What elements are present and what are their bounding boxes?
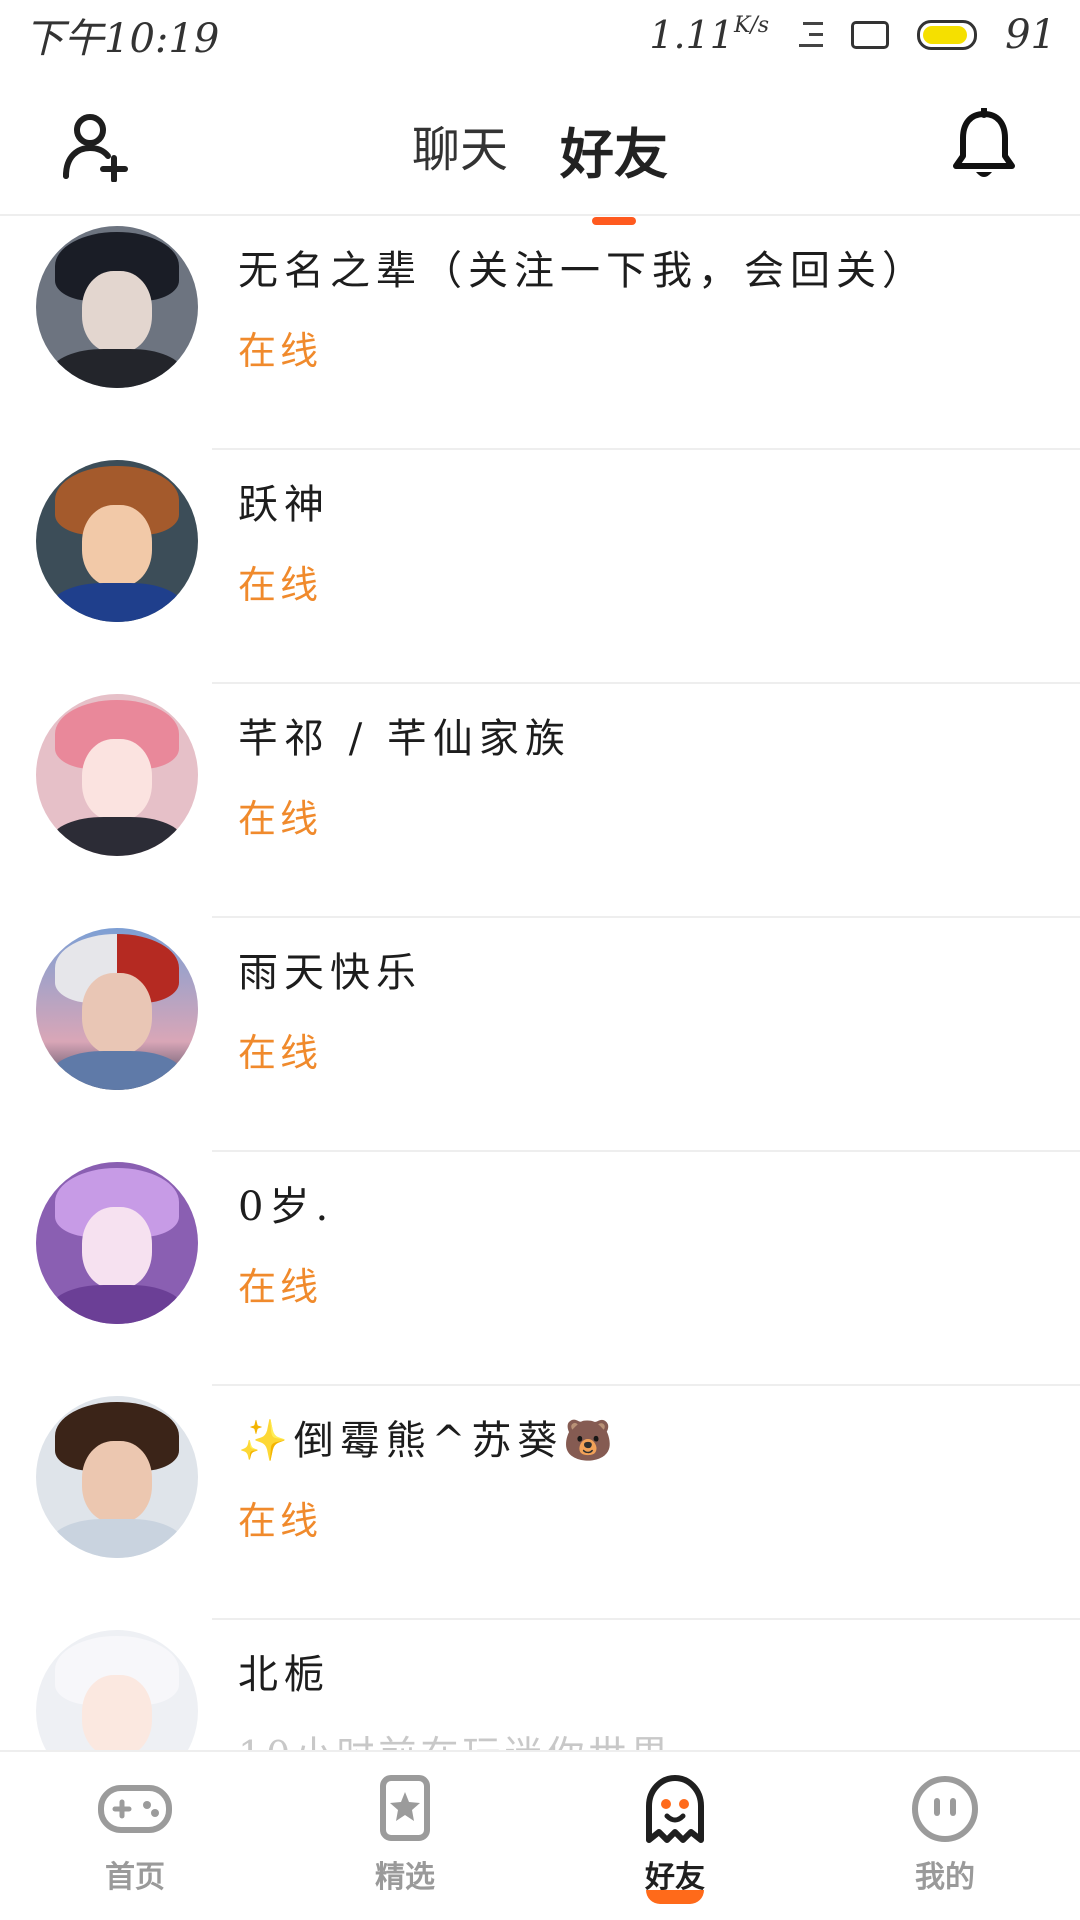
status-time: 下午10:19 (24, 16, 220, 62)
friend-status: 在线 (238, 1499, 323, 1543)
friend-name: 无名之辈（关注一下我，会回关） (238, 248, 928, 294)
battery-percent: 91 (1005, 12, 1056, 58)
friend-status: 在线 (238, 1031, 323, 1075)
friend-name: 芊祁 / 芊仙家族 (238, 716, 571, 762)
friend-avatar[interactable] (36, 226, 198, 388)
nav-label: 精选 (375, 1860, 435, 1895)
nav-label: 我的 (915, 1860, 975, 1895)
friend-name: 跃神 (238, 482, 330, 528)
friend-status: 在线 (238, 1265, 323, 1309)
tab-chat[interactable]: 聊天 (412, 110, 508, 189)
friend-avatar[interactable] (36, 694, 198, 856)
battery-icon (917, 20, 978, 50)
status-indicators: 1.11K/s 91 (649, 12, 1056, 58)
friend-avatar[interactable] (36, 928, 198, 1090)
gamepad-icon (98, 1785, 172, 1833)
friend-avatar[interactable] (36, 1396, 198, 1558)
nav-label: 首页 (105, 1860, 165, 1895)
sim-card-icon (851, 21, 890, 49)
nav-friends[interactable]: 好友 (540, 1752, 810, 1920)
smiley-face-icon (912, 1776, 978, 1842)
friend-row[interactable]: 0岁. 在线 (0, 1152, 1080, 1386)
friend-row[interactable]: 跃神 在线 (0, 450, 1080, 684)
friend-row[interactable]: 无名之辈（关注一下我，会回关） 在线 (0, 216, 1080, 450)
ghost-icon (646, 1775, 704, 1843)
network-speed-value: 1.11 (649, 13, 734, 57)
friend-status: 10小时前在玩迷你世界 (238, 1724, 672, 1750)
network-speed-unit: K/s (733, 13, 770, 38)
friend-row[interactable]: 芊祁 / 芊仙家族 在线 (0, 684, 1080, 918)
status-bar: 下午10:19 1.11K/s 91 (0, 0, 1080, 70)
network-speed: 1.11K/s (649, 13, 769, 57)
bottom-nav: 首页 精选 好友 我的 (0, 1750, 1080, 1920)
friend-list[interactable]: 无名之辈（关注一下我，会回关） 在线 跃神 在线 芊祁 / 芊仙家族 在线 雨天… (0, 216, 1080, 1750)
friend-row[interactable]: 北栀 10小时前在玩迷你世界 (0, 1620, 1080, 1750)
star-badge-icon (380, 1775, 430, 1841)
tab-bar: 聊天 好友 (0, 110, 1080, 225)
friend-avatar[interactable] (36, 1630, 198, 1750)
friend-row[interactable]: 雨天快乐 在线 (0, 918, 1080, 1152)
nav-featured[interactable]: 精选 (270, 1752, 540, 1920)
active-nav-indicator (646, 1890, 704, 1904)
battery-fill (923, 26, 967, 44)
friend-row[interactable]: ✨倒霉熊^苏葵🐻 在线 (0, 1386, 1080, 1620)
tab-friends[interactable]: 好友 (560, 110, 668, 225)
friend-status: 在线 (238, 329, 323, 373)
friend-status: 在线 (238, 563, 323, 607)
friend-name: 0岁. (238, 1184, 335, 1230)
friend-status: 在线 (238, 797, 323, 841)
nav-home[interactable]: 首页 (0, 1752, 270, 1920)
nav-profile[interactable]: 我的 (810, 1752, 1080, 1920)
signal-icon (797, 18, 824, 52)
tab-friends-label: 好友 (560, 122, 668, 186)
friend-avatar[interactable] (36, 1162, 198, 1324)
bell-icon[interactable] (950, 108, 1018, 184)
friend-name: ✨倒霉熊^苏葵🐻 (238, 1418, 620, 1464)
friend-name: 雨天快乐 (238, 950, 422, 996)
friend-name: 北栀 (238, 1652, 330, 1698)
friend-avatar[interactable] (36, 460, 198, 622)
header: 聊天 好友 (0, 70, 1080, 225)
